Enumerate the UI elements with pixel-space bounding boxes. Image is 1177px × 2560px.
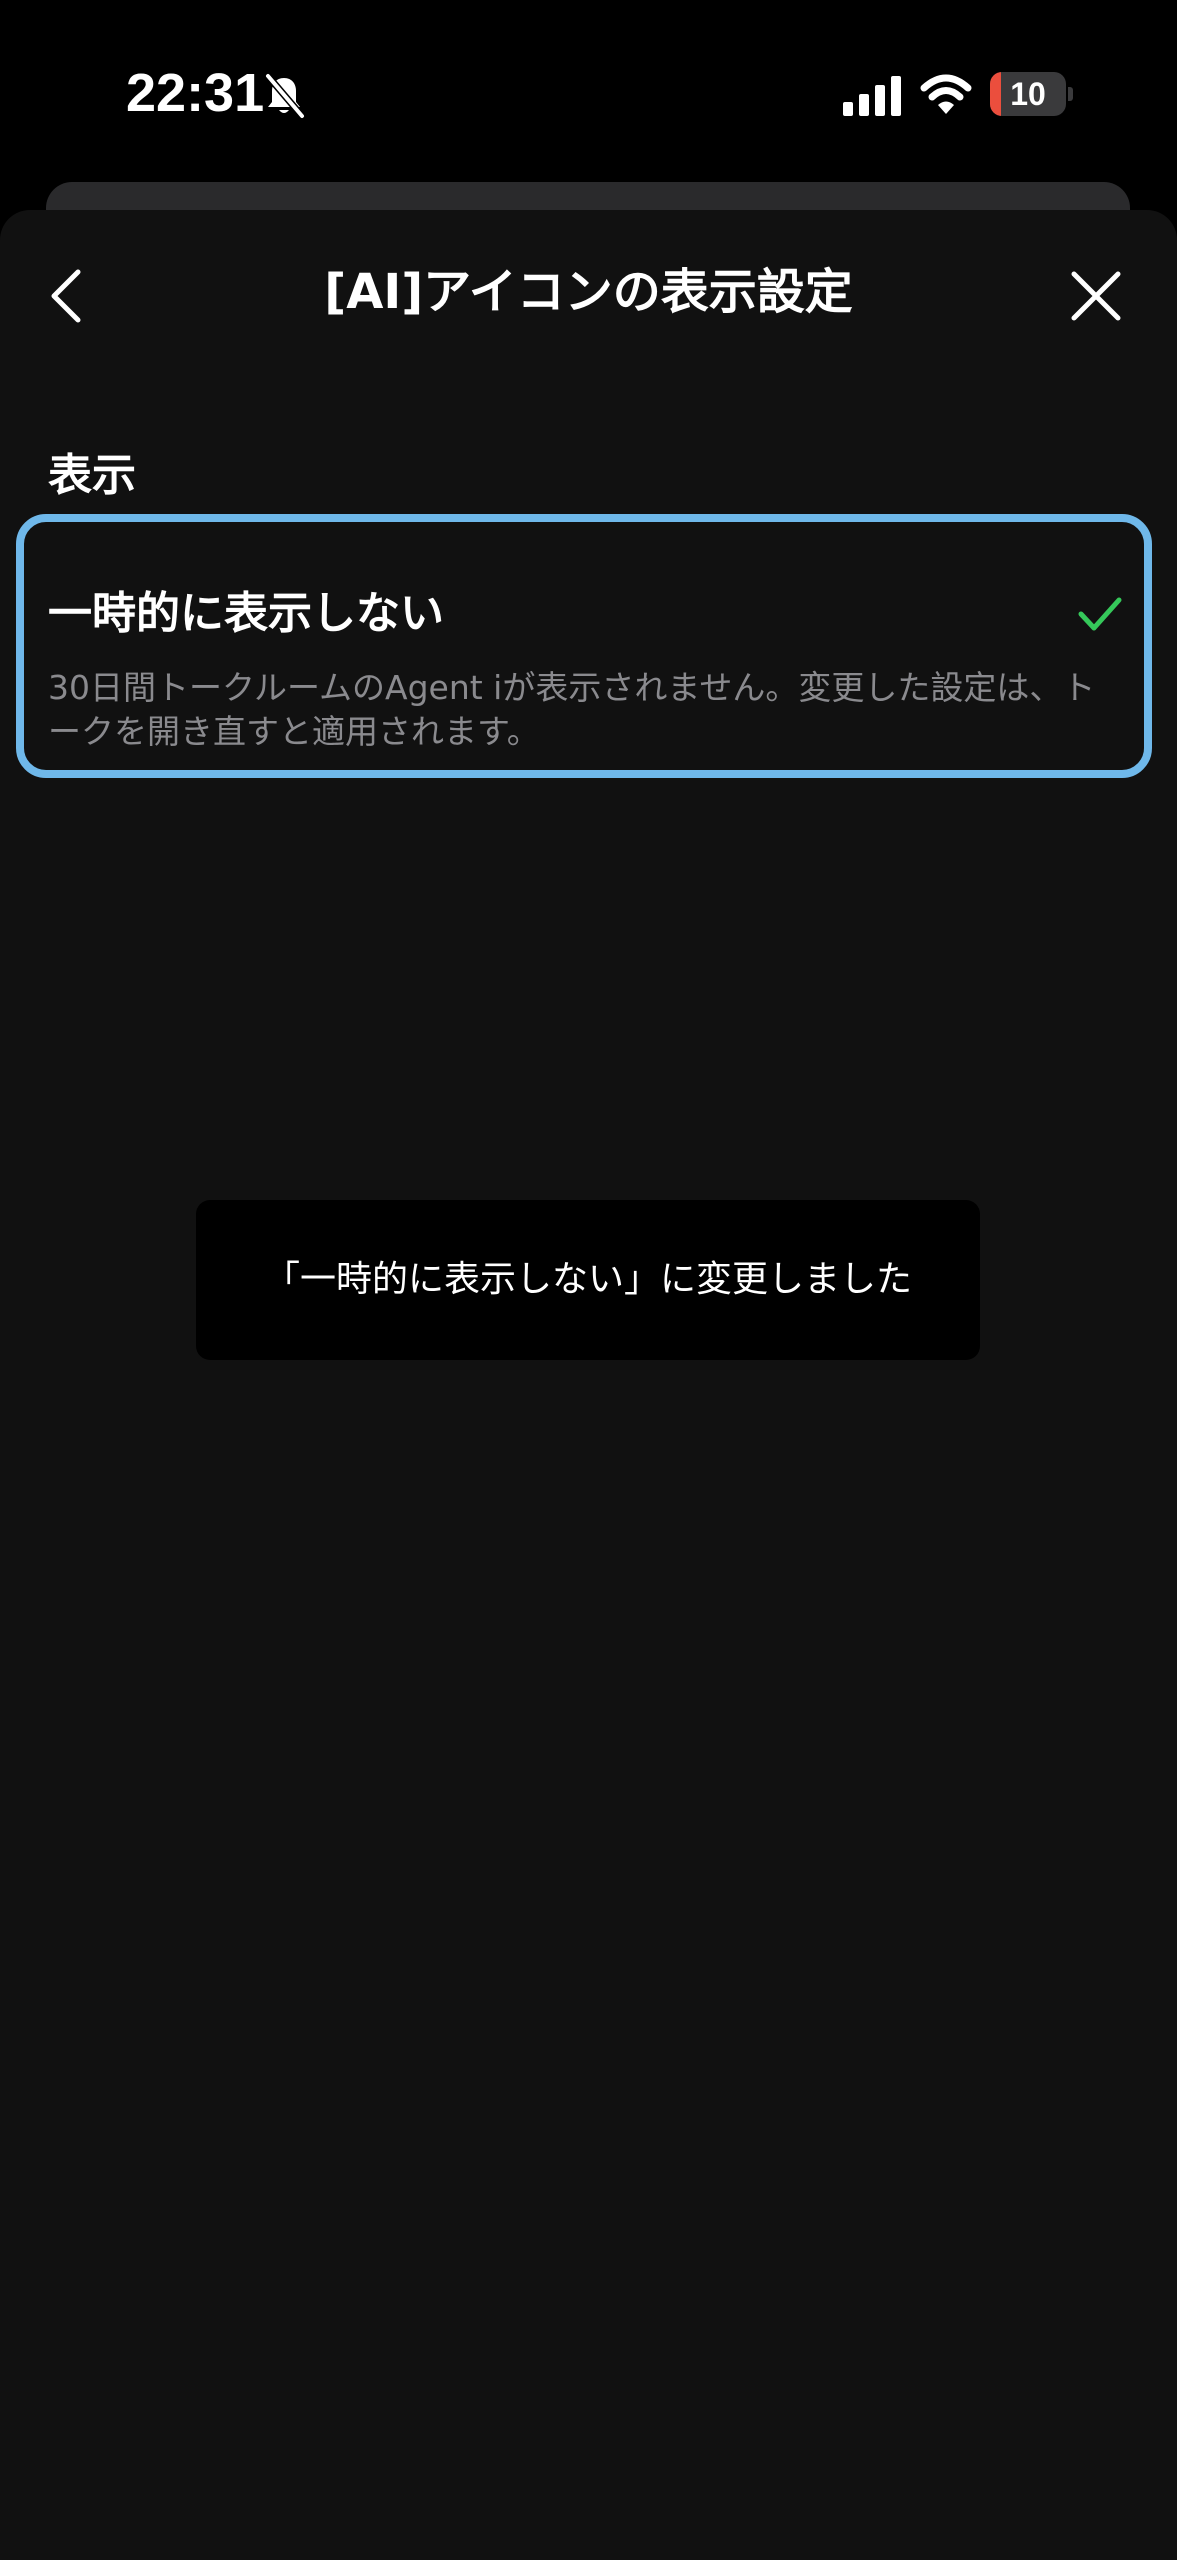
status-time: 22:31 [126, 63, 265, 123]
status-bar: 22:31 10 [0, 0, 1177, 190]
battery-level: 10 [1010, 76, 1046, 112]
checkmark-icon [1078, 597, 1122, 631]
page-title: [AI]アイコンの表示設定 [324, 264, 853, 320]
cellular-signal-icon [843, 76, 901, 116]
section-label: 表示 [48, 450, 136, 501]
chevron-left-icon[interactable] [40, 260, 100, 332]
wifi-icon [920, 74, 972, 114]
option-title: 一時的に表示しない [48, 588, 444, 639]
battery-icon: 10 [990, 72, 1073, 116]
option-description: 30日間トークルームのAgent iが表示されません。変更した設定は、トークを開… [48, 668, 1096, 751]
toast-message: 「一時的に表示しない」に変更しました [196, 1200, 980, 1360]
close-icon[interactable] [1066, 266, 1126, 326]
bell-slash-icon [265, 73, 305, 119]
